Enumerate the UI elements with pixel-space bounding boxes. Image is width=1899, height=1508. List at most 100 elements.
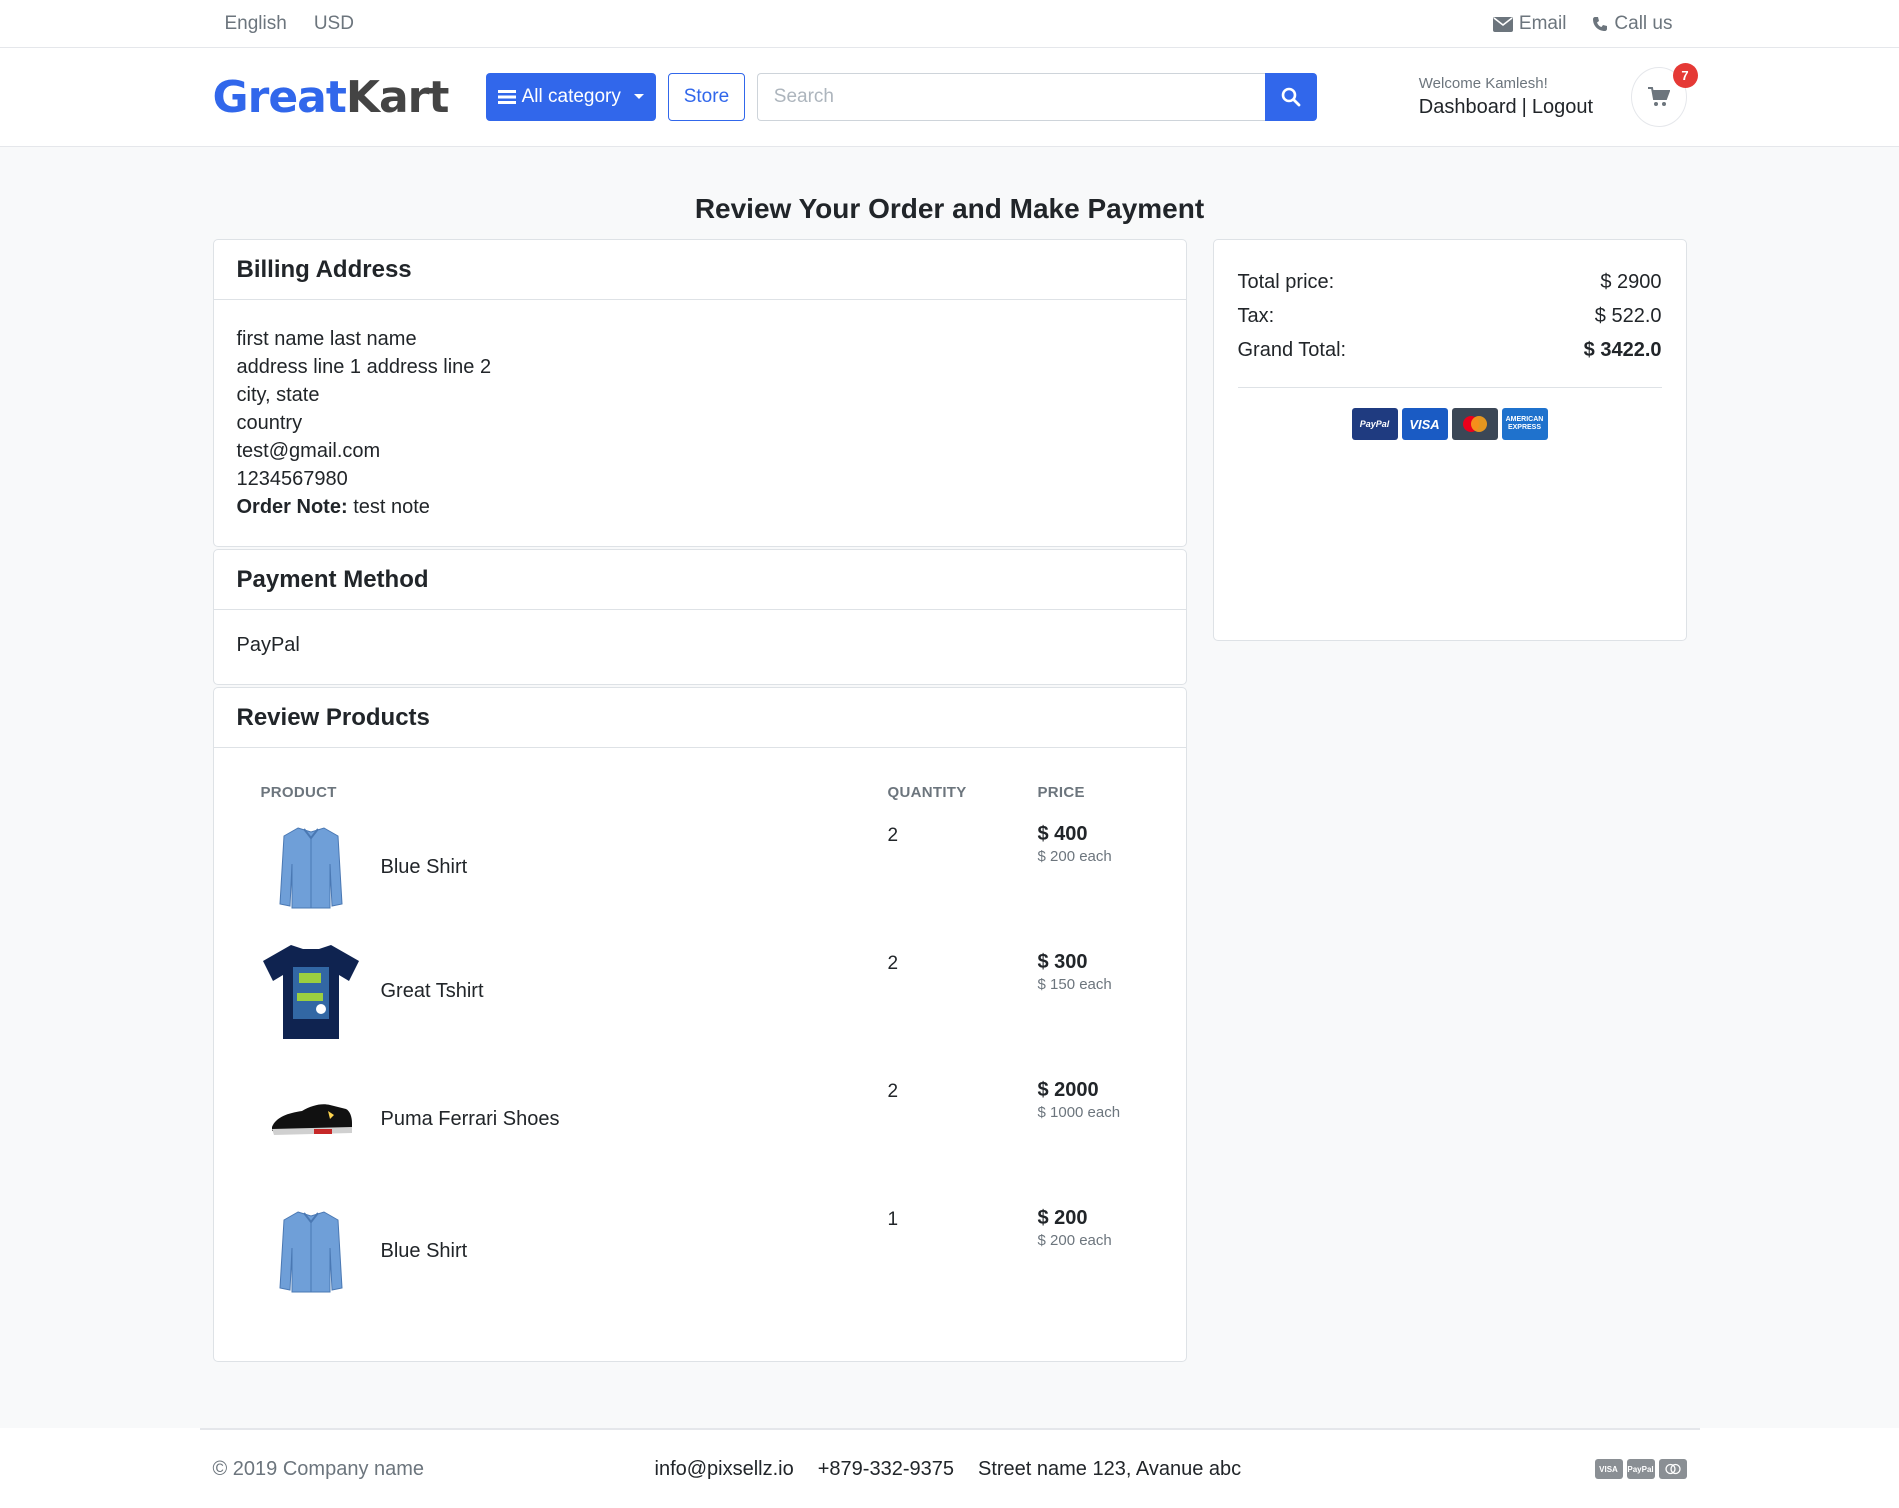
order-note-label: Order Note: bbox=[236, 496, 348, 518]
product-price: $ 400 bbox=[1037, 823, 1088, 845]
billing-country: country bbox=[236, 412, 303, 434]
grand-total-row: Grand Total: $ 3422.0 bbox=[1238, 333, 1662, 367]
product-unit-price: $ 1000 each bbox=[1037, 1104, 1121, 1121]
email-link[interactable]: Email bbox=[1492, 13, 1567, 35]
footer: © 2019 Company name info@pixsellz.io +87… bbox=[0, 1428, 1899, 1508]
billing-address-title: Billing Address bbox=[213, 240, 1186, 300]
product-name[interactable]: Puma Ferrari Shoes bbox=[381, 1108, 560, 1131]
tshirt-image[interactable] bbox=[261, 941, 361, 1041]
logo[interactable]: GreatKart bbox=[212, 71, 450, 123]
search-icon bbox=[1281, 87, 1301, 107]
shoe-image[interactable] bbox=[261, 1069, 361, 1169]
separator: | bbox=[1521, 96, 1527, 118]
copyright: © 2019 Company name bbox=[212, 1457, 425, 1480]
logo-part-great: Great bbox=[212, 71, 347, 123]
billing-address-lines: address line 1 address line 2 bbox=[236, 356, 492, 378]
tax-value: $ 522.0 bbox=[1594, 305, 1662, 327]
search-bar bbox=[756, 73, 1317, 121]
payment-method-title: Payment Method bbox=[213, 550, 1186, 610]
product-price: $ 2000 bbox=[1037, 1079, 1099, 1101]
products-table: PRODUCT QUANTITY PRICE Blue Shirt 2 $ 40… bbox=[261, 772, 1139, 1325]
call-label: Call us bbox=[1614, 13, 1673, 34]
table-row: Great Tshirt 2 $ 300 $ 150 each bbox=[261, 941, 1139, 1069]
total-price-row: Total price: $ 2900 bbox=[1238, 265, 1662, 299]
language-selector[interactable]: English bbox=[225, 13, 287, 35]
logout-link[interactable]: Logout bbox=[1532, 96, 1593, 118]
divider bbox=[1237, 387, 1662, 388]
billing-phone: 1234567980 bbox=[236, 468, 348, 490]
topbar: English USD Email Call us bbox=[0, 0, 1899, 48]
billing-address-card: Billing Address first name last name add… bbox=[212, 239, 1187, 547]
product-unit-price: $ 200 each bbox=[1037, 1232, 1112, 1249]
footer-mastercard-icon bbox=[1658, 1459, 1687, 1479]
billing-city-state: city, state bbox=[236, 384, 320, 406]
total-price-label: Total price: bbox=[1237, 271, 1335, 293]
footer-email[interactable]: info@pixsellz.io bbox=[655, 1458, 794, 1481]
payment-method-value: PayPal bbox=[236, 634, 300, 656]
footer-paypal-icon: PayPal bbox=[1626, 1459, 1655, 1479]
product-price: $ 300 bbox=[1037, 951, 1088, 973]
billing-address-body: first name last name address line 1 addr… bbox=[214, 300, 1186, 546]
menu-icon bbox=[497, 90, 516, 104]
table-row: Puma Ferrari Shoes 2 $ 2000 $ 1000 each bbox=[261, 1069, 1139, 1197]
store-button[interactable]: Store bbox=[668, 73, 745, 121]
product-name[interactable]: Great Tshirt bbox=[381, 980, 484, 1003]
column-header-product: PRODUCT bbox=[260, 784, 337, 801]
product-price: $ 200 bbox=[1037, 1207, 1088, 1229]
product-name[interactable]: Blue Shirt bbox=[381, 856, 468, 879]
order-note: Order Note: test note bbox=[237, 493, 1163, 521]
paypal-icon: PayPal bbox=[1351, 408, 1398, 440]
blue-shirt-image[interactable] bbox=[261, 1201, 361, 1301]
search-input[interactable] bbox=[756, 73, 1265, 121]
footer-visa-icon: VISA bbox=[1594, 1459, 1623, 1479]
search-button[interactable] bbox=[1264, 73, 1317, 121]
product-unit-price: $ 150 each bbox=[1037, 976, 1112, 993]
product-name[interactable]: Blue Shirt bbox=[381, 1240, 468, 1263]
main-header: GreatKart All category Store Welcome Kam… bbox=[0, 48, 1899, 147]
column-header-price: PRICE bbox=[1037, 784, 1085, 801]
order-note-value: test note bbox=[353, 496, 430, 518]
call-link[interactable]: Call us bbox=[1592, 13, 1673, 35]
review-products-title: Review Products bbox=[213, 688, 1186, 748]
user-welcome: Welcome Kamlesh! Dashboard | Logout bbox=[1419, 75, 1593, 119]
phone-icon bbox=[1593, 17, 1608, 31]
welcome-text: Welcome Kamlesh! bbox=[1418, 75, 1548, 92]
all-category-button[interactable]: All category bbox=[486, 73, 657, 121]
table-row: Blue Shirt 2 $ 400 $ 200 each bbox=[261, 813, 1139, 941]
product-quantity: 2 bbox=[887, 825, 899, 846]
footer-address: Street name 123, Avanue abc bbox=[977, 1457, 1242, 1480]
blue-shirt-image[interactable] bbox=[261, 817, 361, 917]
all-category-label: All category bbox=[521, 86, 621, 107]
order-summary-card: Total price: $ 2900 Tax: $ 522.0 Grand T… bbox=[1212, 239, 1687, 641]
grand-total-value: $ 3422.0 bbox=[1583, 339, 1662, 361]
tax-row: Tax: $ 522.0 bbox=[1238, 299, 1662, 333]
product-quantity: 2 bbox=[887, 953, 899, 974]
table-row: Blue Shirt 1 $ 200 $ 200 each bbox=[261, 1197, 1139, 1325]
visa-icon: VISA bbox=[1401, 408, 1448, 440]
payment-cards: PayPal VISA AMERICAN EXPRESS bbox=[1238, 408, 1662, 440]
main-content: Review Your Order and Make Payment Billi… bbox=[212, 193, 1687, 1362]
page-title: Review Your Order and Make Payment bbox=[694, 193, 1205, 224]
dashboard-link[interactable]: Dashboard bbox=[1419, 96, 1517, 118]
product-quantity: 2 bbox=[887, 1081, 899, 1102]
review-products-card: Review Products PRODUCT QUANTITY PRICE B… bbox=[212, 687, 1187, 1362]
mastercard-icon bbox=[1451, 408, 1498, 440]
cart-button[interactable]: 7 bbox=[1631, 63, 1698, 127]
email-label: Email bbox=[1518, 13, 1567, 34]
caret-down-icon bbox=[633, 94, 644, 99]
cart-icon bbox=[1647, 87, 1670, 106]
cart-count-badge: 7 bbox=[1672, 63, 1698, 88]
amex-icon: AMERICAN EXPRESS bbox=[1501, 408, 1548, 440]
product-quantity: 1 bbox=[887, 1209, 899, 1230]
logo-part-kart: Kart bbox=[345, 71, 450, 123]
tax-label: Tax: bbox=[1237, 305, 1275, 327]
product-unit-price: $ 200 each bbox=[1037, 848, 1112, 865]
billing-email: test@gmail.com bbox=[236, 440, 381, 462]
grand-total-label: Grand Total: bbox=[1237, 339, 1347, 361]
currency-selector[interactable]: USD bbox=[314, 13, 354, 35]
billing-name: first name last name bbox=[236, 328, 417, 350]
total-price-value: $ 2900 bbox=[1600, 271, 1662, 293]
envelope-icon bbox=[1492, 16, 1513, 32]
footer-phone[interactable]: +879-332-9375 bbox=[818, 1458, 954, 1481]
column-header-quantity: QUANTITY bbox=[887, 784, 967, 801]
